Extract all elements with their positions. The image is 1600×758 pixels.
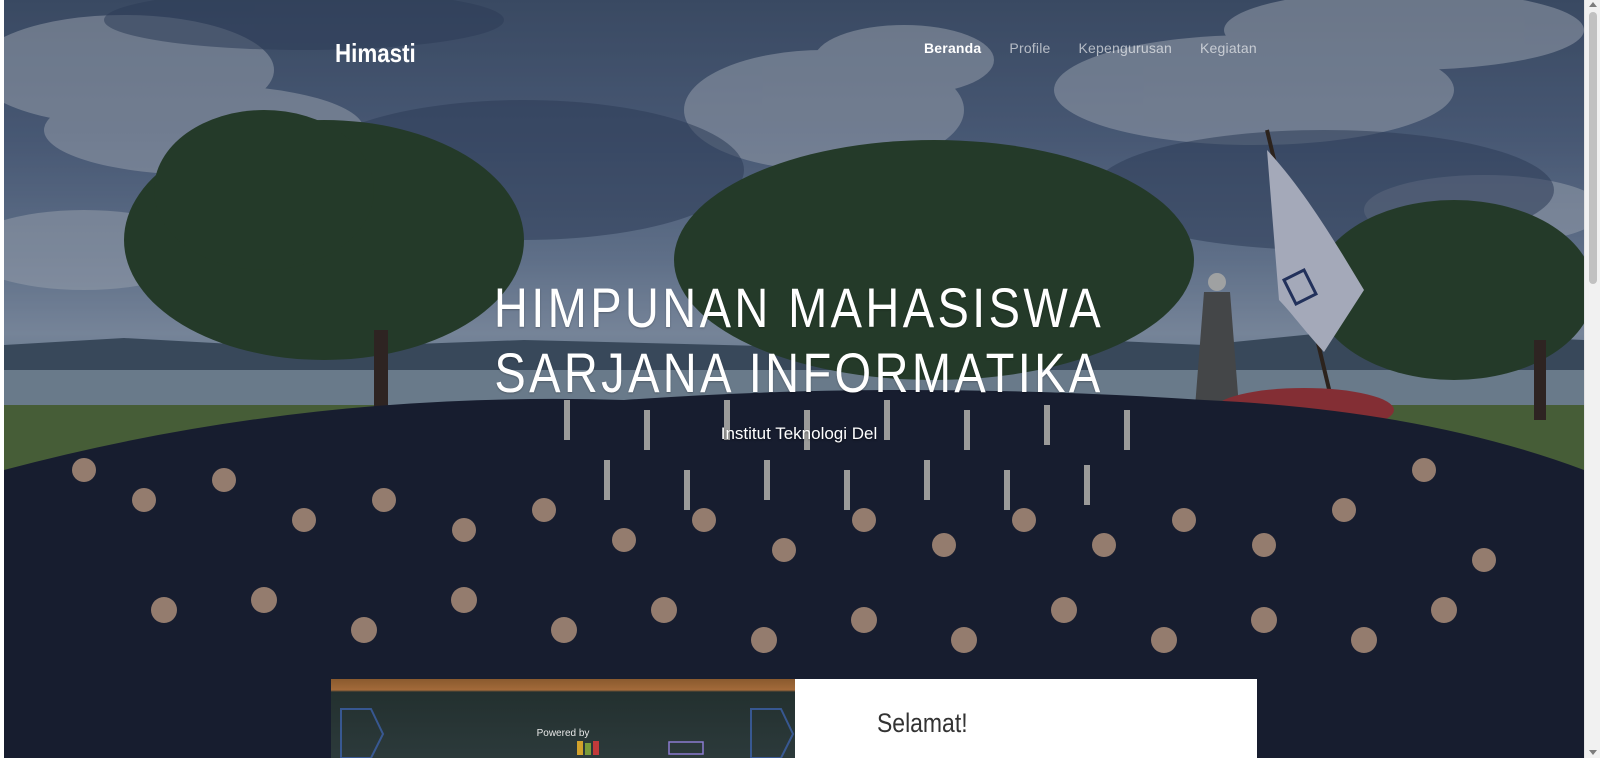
powered-by-caption: Powered by bbox=[536, 728, 590, 739]
scroll-up-arrow-icon[interactable] bbox=[1589, 2, 1597, 7]
welcome-card: Selamat! bbox=[795, 679, 1257, 758]
hero-title: HIMPUNAN MAHASISWA SARJANA INFORMATIKA bbox=[467, 275, 1131, 405]
hero-subtitle: Institut Teknologi Del bbox=[720, 424, 878, 443]
scroll-down-arrow-icon[interactable] bbox=[1589, 750, 1597, 755]
welcome-heading: Selamat! bbox=[877, 708, 968, 738]
scrollbar-thumb[interactable] bbox=[1589, 12, 1597, 284]
nav-link-beranda[interactable]: Beranda bbox=[924, 40, 981, 56]
hero-title-line-2: SARJANA INFORMATIKA bbox=[494, 341, 1104, 404]
hero-section: Himasti Beranda Profile Kepengurusan Keg… bbox=[4, 0, 1584, 758]
hero-title-line-1: HIMPUNAN MAHASISWA bbox=[493, 276, 1105, 339]
feature-image: Powered by bbox=[331, 679, 795, 758]
page-scrollbar[interactable] bbox=[1584, 0, 1600, 758]
brand-logo[interactable]: Himasti bbox=[335, 38, 416, 69]
nav-link-profile[interactable]: Profile bbox=[1009, 40, 1050, 56]
page: Himasti Beranda Profile Kepengurusan Keg… bbox=[0, 0, 1600, 758]
nav-link-kepengurusan[interactable]: Kepengurusan bbox=[1079, 40, 1172, 56]
banner-graphic bbox=[340, 708, 795, 758]
nav-link-kegiatan[interactable]: Kegiatan bbox=[1200, 40, 1257, 56]
main-nav: Beranda Profile Kepengurusan Kegiatan bbox=[924, 40, 1257, 56]
